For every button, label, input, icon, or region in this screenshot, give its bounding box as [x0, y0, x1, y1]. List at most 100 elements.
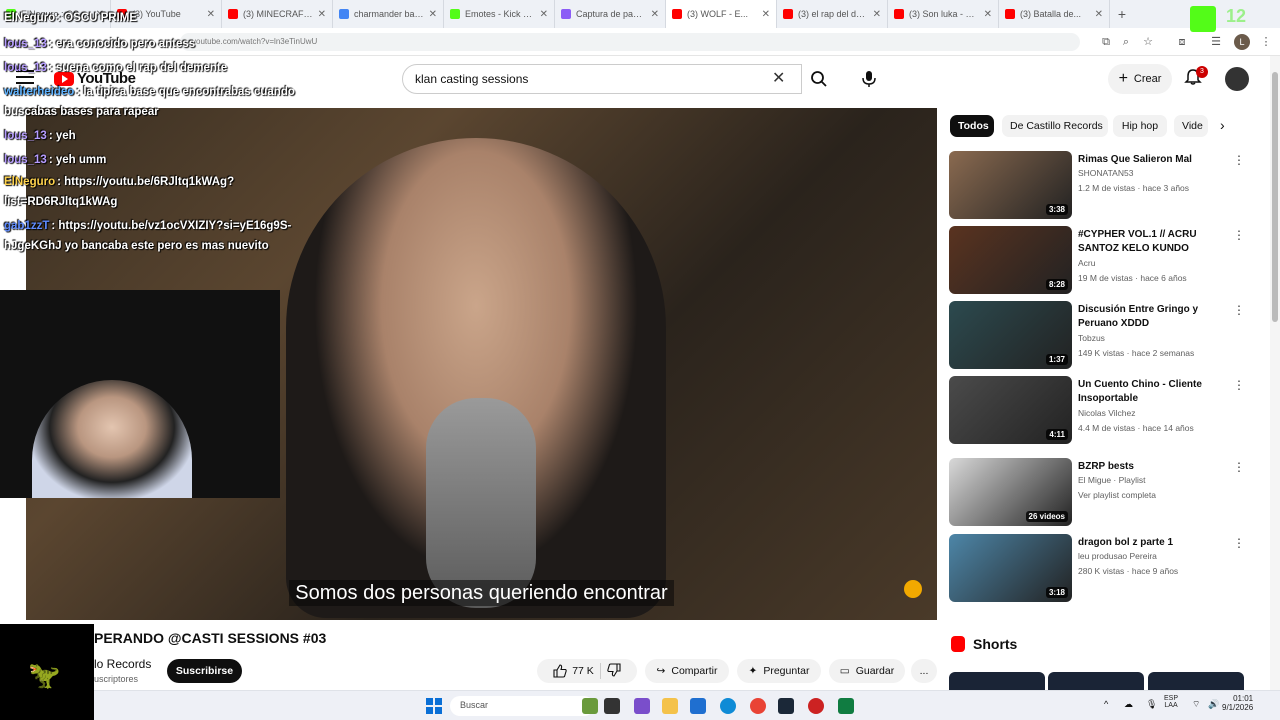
close-tab-icon[interactable]: ✕ [318, 9, 326, 20]
video-thumbnail[interactable]: 3:18 [949, 534, 1072, 602]
close-tab-icon[interactable]: ✕ [1095, 9, 1103, 20]
recommended-video[interactable]: 4:11 Un Cuento Chino - Cliente Insoportab… [949, 376, 1249, 444]
browser-tab[interactable]: Captura de panta... ✕ [555, 0, 666, 28]
browser-tab[interactable]: (3) el rap del dem... ✕ [777, 0, 888, 28]
recommended-video-title[interactable]: dragon bol z parte 1 [1078, 536, 1228, 550]
task-view-icon[interactable] [604, 698, 620, 714]
search-button[interactable] [802, 64, 836, 94]
more-actions-button[interactable]: ... [911, 659, 937, 683]
file-explorer-icon[interactable] [662, 698, 678, 714]
extensions-icon[interactable]: ⧈ [1174, 34, 1190, 50]
filter-chip[interactable]: Hip hop [1113, 115, 1167, 137]
share-button[interactable]: ↪ Compartir [645, 659, 729, 683]
more-options-icon[interactable]: ⋮ [1233, 153, 1245, 167]
new-tab-button[interactable]: + [1110, 6, 1134, 22]
more-options-icon[interactable]: ⋮ [1233, 460, 1245, 474]
dislike-button[interactable] [607, 662, 621, 680]
recommended-video-title[interactable]: Rimas Que Salieron Mal [1078, 153, 1228, 167]
scrollbar-thumb[interactable] [1272, 72, 1278, 322]
system-clock[interactable]: 01:01 9/1/2026 [1222, 694, 1253, 712]
url-field[interactable]: youtube.com/watch?v=ln3eTinUwU [180, 33, 1080, 51]
browser-tab[interactable]: (3) WOLF - E... ✕ [666, 0, 777, 28]
close-tab-icon[interactable]: ✕ [651, 9, 659, 20]
video-thumbnail[interactable]: 3:38 [949, 151, 1072, 219]
recommended-channel[interactable]: SHONATAN53 [1078, 168, 1133, 178]
more-options-icon[interactable]: ⋮ [1233, 228, 1245, 242]
recommended-channel[interactable]: leu produsao Pereira [1078, 551, 1157, 561]
recommended-channel[interactable]: Tobzus [1078, 333, 1105, 343]
browser-tab[interactable]: Emotes - Kick Do... ✕ [444, 0, 555, 28]
recommended-video[interactable]: 1:37 Discusión Entre Gringo y Peruano XDD… [949, 301, 1249, 369]
recommended-video[interactable]: 8:28 #CYPHER VOL.1 // ACRU SANTOZ KELO KU… [949, 226, 1249, 294]
clear-search-icon[interactable]: ✕ [772, 68, 785, 88]
recommended-channel[interactable]: Acru [1078, 258, 1095, 268]
chat-text: : yeh umm [48, 154, 107, 166]
recommended-video[interactable]: 3:38 Rimas Que Salieron Mal SHONATAN53 1.2 … [949, 151, 1249, 219]
more-options-icon[interactable]: ⋮ [1233, 303, 1245, 317]
video-thumbnail[interactable]: 1:37 [949, 301, 1072, 369]
page-scrollbar[interactable] [1270, 56, 1280, 690]
short-thumbnail[interactable] [1048, 672, 1144, 690]
recommended-channel[interactable]: El Migue · Playlist [1078, 475, 1146, 485]
browser-tab[interactable]: charmander badg... ✕ [333, 0, 444, 28]
subscribe-button[interactable]: Suscribirse [167, 659, 242, 683]
recommended-video-title[interactable]: Discusión Entre Gringo y Peruano XDDD [1078, 303, 1228, 331]
filter-chip[interactable]: Todos [950, 115, 994, 137]
windows-start-icon[interactable] [426, 698, 442, 714]
steam-icon[interactable] [778, 698, 794, 714]
browser-tab[interactable]: (3) Son luka - De... ✕ [888, 0, 999, 28]
close-tab-icon[interactable]: ✕ [540, 9, 548, 20]
more-options-icon[interactable]: ⋮ [1233, 378, 1245, 392]
browser-tab[interactable]: (3) Batalla de... ✕ [999, 0, 1110, 28]
search-input[interactable]: klan casting sessions [402, 64, 802, 94]
channel-name[interactable]: lo Records [94, 657, 151, 671]
tray-chevron-icon[interactable]: ^ [1104, 699, 1108, 709]
recommended-channel[interactable]: Nicolas Vilchez [1078, 408, 1135, 418]
volume-icon[interactable]: 🔊 [1208, 699, 1219, 710]
tray-cloud-icon[interactable]: ☁ [1124, 699, 1133, 710]
profile-icon[interactable]: L [1234, 34, 1250, 50]
ask-button[interactable]: ✦ Preguntar [737, 659, 821, 683]
bookmark-star-icon[interactable]: ☆ [1140, 34, 1156, 50]
input-language[interactable]: ESP LAA [1164, 695, 1178, 709]
account-avatar[interactable] [1225, 67, 1249, 91]
voice-search-button[interactable] [856, 66, 882, 92]
app-icon[interactable] [808, 698, 824, 714]
browser-tab[interactable]: (3) MINECRAFT R... ✕ [222, 0, 333, 28]
edge-icon[interactable] [720, 698, 736, 714]
taskbar-search[interactable]: Buscar [450, 696, 594, 716]
recommended-video[interactable]: 26 videos BZRP bests El Migue · Playlist Ve… [949, 458, 1249, 526]
zoom-icon[interactable]: ⌕ [1118, 34, 1134, 50]
copilot-icon[interactable] [634, 698, 650, 714]
browser-menu-icon[interactable]: ⋮ [1258, 34, 1274, 50]
save-button[interactable]: ▭ Guardar [829, 659, 905, 683]
filter-chip[interactable]: Vide [1174, 115, 1208, 137]
video-thumbnail[interactable]: 26 videos [949, 458, 1072, 526]
video-thumbnail[interactable]: 8:28 [949, 226, 1072, 294]
create-button[interactable]: + Crear [1108, 64, 1172, 94]
recommended-video-title[interactable]: BZRP bests [1078, 460, 1228, 474]
wifi-icon[interactable]: ⌔ [1192, 699, 1200, 710]
recommended-video-title[interactable]: #CYPHER VOL.1 // ACRU SANTOZ KELO KUNDO … [1078, 228, 1228, 256]
recommended-video[interactable]: 3:18 dragon bol z parte 1 leu produsao Per… [949, 534, 1249, 602]
close-tab-icon[interactable]: ✕ [762, 9, 770, 20]
store-icon[interactable] [690, 698, 706, 714]
widgets-icon[interactable] [582, 698, 598, 714]
like-button[interactable]: 77 K [553, 664, 594, 678]
close-tab-icon[interactable]: ✕ [873, 9, 881, 20]
close-tab-icon[interactable]: ✕ [429, 9, 437, 20]
sidebar-icon[interactable]: ☰ [1208, 34, 1224, 50]
chevron-right-icon[interactable]: › [1220, 117, 1225, 133]
short-thumbnail[interactable] [949, 672, 1045, 690]
recommended-video-title[interactable]: Un Cuento Chino - Cliente Insoportable [1078, 378, 1228, 406]
close-tab-icon[interactable]: ✕ [984, 9, 992, 20]
video-thumbnail[interactable]: 4:11 [949, 376, 1072, 444]
short-thumbnail[interactable] [1148, 672, 1244, 690]
tray-mic-icon[interactable]: 🎙 [1146, 699, 1157, 710]
chrome-icon[interactable] [750, 698, 766, 714]
close-tab-icon[interactable]: ✕ [207, 9, 215, 20]
more-options-icon[interactable]: ⋮ [1233, 536, 1245, 550]
filter-chip[interactable]: De Castillo Records [1002, 115, 1108, 137]
screenshot-icon[interactable]: ⧉ [1098, 34, 1114, 50]
excel-icon[interactable] [838, 698, 854, 714]
